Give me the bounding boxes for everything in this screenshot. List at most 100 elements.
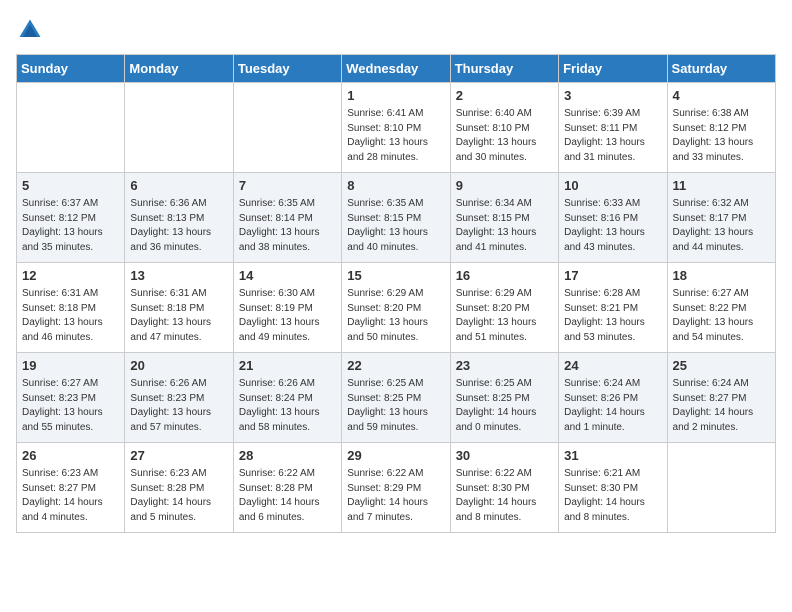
- calendar-cell: 25 Sunrise: 6:24 AM Sunset: 8:27 PM Dayli…: [667, 353, 775, 443]
- calendar-cell: 24 Sunrise: 6:24 AM Sunset: 8:26 PM Dayli…: [559, 353, 667, 443]
- day-number: 21: [239, 357, 336, 375]
- day-info: Sunrise: 6:22 AM Sunset: 8:30 PM Dayligh…: [456, 467, 553, 525]
- week-row-0: 1 Sunrise: 6:41 AM Sunset: 8:10 PM Daylig…: [17, 83, 776, 173]
- calendar-cell: 8Sunrise: 6:35 AM Sunset: 8:15 PM Daylig…: [342, 173, 450, 263]
- day-info: Sunrise: 6:39 AM Sunset: 8:11 PM Dayligh…: [564, 107, 661, 165]
- day-header-monday: Monday: [125, 55, 233, 83]
- calendar-header-row: SundayMondayTuesdayWednesdayThursdayFrid…: [17, 55, 776, 83]
- calendar-cell: 11 Sunrise: 6:32 AM Sunset: 8:17 PM Dayli…: [667, 173, 775, 263]
- day-info: Sunrise: 6:28 AM Sunset: 8:21 PM Dayligh…: [564, 287, 661, 345]
- day-info: Sunrise: 6:29 AM Sunset: 8:20 PM Dayligh…: [347, 287, 444, 345]
- day-info: Sunrise: 6:26 AM Sunset: 8:24 PM Dayligh…: [239, 377, 336, 435]
- logo-icon: [16, 16, 44, 44]
- day-info: Sunrise: 6:33 AM Sunset: 8:16 PM Dayligh…: [564, 197, 661, 255]
- day-number: 10: [564, 177, 661, 195]
- day-info: Sunrise: 6:24 AM Sunset: 8:27 PM Dayligh…: [673, 377, 770, 435]
- day-header-tuesday: Tuesday: [233, 55, 341, 83]
- calendar-cell: [667, 443, 775, 533]
- calendar-cell: 22Sunrise: 6:25 AM Sunset: 8:25 PM Dayli…: [342, 353, 450, 443]
- calendar-cell: 18 Sunrise: 6:27 AM Sunset: 8:22 PM Dayli…: [667, 263, 775, 353]
- day-info: Sunrise: 6:31 AM Sunset: 8:18 PM Dayligh…: [22, 287, 119, 345]
- day-number: 4: [673, 87, 770, 105]
- calendar-cell: 3 Sunrise: 6:39 AM Sunset: 8:11 PM Daylig…: [559, 83, 667, 173]
- day-number: 5: [22, 177, 119, 195]
- day-number: 25: [673, 357, 770, 375]
- calendar-cell: 23Sunrise: 6:25 AM Sunset: 8:25 PM Dayli…: [450, 353, 558, 443]
- day-info: Sunrise: 6:29 AM Sunset: 8:20 PM Dayligh…: [456, 287, 553, 345]
- calendar-cell: 15 Sunrise: 6:29 AM Sunset: 8:20 PM Dayli…: [342, 263, 450, 353]
- calendar-cell: 6 Sunrise: 6:36 AM Sunset: 8:13 PM Daylig…: [125, 173, 233, 263]
- day-info: Sunrise: 6:35 AM Sunset: 8:15 PM Dayligh…: [347, 197, 444, 255]
- calendar-cell: 1 Sunrise: 6:41 AM Sunset: 8:10 PM Daylig…: [342, 83, 450, 173]
- week-row-1: 5 Sunrise: 6:37 AM Sunset: 8:12 PM Daylig…: [17, 173, 776, 263]
- day-info: Sunrise: 6:32 AM Sunset: 8:17 PM Dayligh…: [673, 197, 770, 255]
- calendar-cell: 16 Sunrise: 6:29 AM Sunset: 8:20 PM Dayli…: [450, 263, 558, 353]
- calendar-cell: 2 Sunrise: 6:40 AM Sunset: 8:10 PM Daylig…: [450, 83, 558, 173]
- week-row-2: 12 Sunrise: 6:31 AM Sunset: 8:18 PM Dayli…: [17, 263, 776, 353]
- day-number: 15: [347, 267, 444, 285]
- calendar-cell: 17 Sunrise: 6:28 AM Sunset: 8:21 PM Dayli…: [559, 263, 667, 353]
- calendar-cell: 13 Sunrise: 6:31 AM Sunset: 8:18 PM Dayli…: [125, 263, 233, 353]
- day-number: 2: [456, 87, 553, 105]
- day-number: 11: [673, 177, 770, 195]
- day-number: 30: [456, 447, 553, 465]
- day-number: 26: [22, 447, 119, 465]
- day-info: Sunrise: 6:34 AM Sunset: 8:15 PM Dayligh…: [456, 197, 553, 255]
- calendar-cell: 12 Sunrise: 6:31 AM Sunset: 8:18 PM Dayli…: [17, 263, 125, 353]
- calendar-cell: 21 Sunrise: 6:26 AM Sunset: 8:24 PM Dayli…: [233, 353, 341, 443]
- day-info: Sunrise: 6:41 AM Sunset: 8:10 PM Dayligh…: [347, 107, 444, 165]
- day-number: 13: [130, 267, 227, 285]
- day-info: Sunrise: 6:36 AM Sunset: 8:13 PM Dayligh…: [130, 197, 227, 255]
- day-info: Sunrise: 6:40 AM Sunset: 8:10 PM Dayligh…: [456, 107, 553, 165]
- day-number: 3: [564, 87, 661, 105]
- calendar-cell: 30 Sunrise: 6:22 AM Sunset: 8:30 PM Dayli…: [450, 443, 558, 533]
- calendar-cell: 14 Sunrise: 6:30 AM Sunset: 8:19 PM Dayli…: [233, 263, 341, 353]
- day-info: Sunrise: 6:35 AM Sunset: 8:14 PM Dayligh…: [239, 197, 336, 255]
- day-info: Sunrise: 6:25 AM Sunset: 8:25 PM Dayligh…: [347, 377, 444, 435]
- calendar-cell: 31Sunrise: 6:21 AM Sunset: 8:30 PM Dayli…: [559, 443, 667, 533]
- calendar: SundayMondayTuesdayWednesdayThursdayFrid…: [16, 54, 776, 533]
- day-number: 19: [22, 357, 119, 375]
- day-info: Sunrise: 6:38 AM Sunset: 8:12 PM Dayligh…: [673, 107, 770, 165]
- day-number: 31: [564, 447, 661, 465]
- calendar-cell: [17, 83, 125, 173]
- day-number: 16: [456, 267, 553, 285]
- calendar-cell: 26 Sunrise: 6:23 AM Sunset: 8:27 PM Dayli…: [17, 443, 125, 533]
- calendar-cell: 7Sunrise: 6:35 AM Sunset: 8:14 PM Daylig…: [233, 173, 341, 263]
- day-number: 17: [564, 267, 661, 285]
- day-number: 14: [239, 267, 336, 285]
- day-number: 20: [130, 357, 227, 375]
- day-info: Sunrise: 6:37 AM Sunset: 8:12 PM Dayligh…: [22, 197, 119, 255]
- week-row-4: 26 Sunrise: 6:23 AM Sunset: 8:27 PM Dayli…: [17, 443, 776, 533]
- day-info: Sunrise: 6:31 AM Sunset: 8:18 PM Dayligh…: [130, 287, 227, 345]
- calendar-cell: 10 Sunrise: 6:33 AM Sunset: 8:16 PM Dayli…: [559, 173, 667, 263]
- day-number: 24: [564, 357, 661, 375]
- header: [16, 16, 776, 44]
- day-number: 29: [347, 447, 444, 465]
- calendar-cell: [125, 83, 233, 173]
- calendar-cell: 27Sunrise: 6:23 AM Sunset: 8:28 PM Dayli…: [125, 443, 233, 533]
- calendar-cell: 4 Sunrise: 6:38 AM Sunset: 8:12 PM Daylig…: [667, 83, 775, 173]
- day-header-saturday: Saturday: [667, 55, 775, 83]
- day-header-thursday: Thursday: [450, 55, 558, 83]
- day-info: Sunrise: 6:27 AM Sunset: 8:23 PM Dayligh…: [22, 377, 119, 435]
- day-number: 12: [22, 267, 119, 285]
- day-header-sunday: Sunday: [17, 55, 125, 83]
- week-row-3: 19 Sunrise: 6:27 AM Sunset: 8:23 PM Dayli…: [17, 353, 776, 443]
- calendar-cell: 19 Sunrise: 6:27 AM Sunset: 8:23 PM Dayli…: [17, 353, 125, 443]
- day-info: Sunrise: 6:30 AM Sunset: 8:19 PM Dayligh…: [239, 287, 336, 345]
- day-info: Sunrise: 6:24 AM Sunset: 8:26 PM Dayligh…: [564, 377, 661, 435]
- day-number: 18: [673, 267, 770, 285]
- calendar-cell: 9 Sunrise: 6:34 AM Sunset: 8:15 PM Daylig…: [450, 173, 558, 263]
- day-header-wednesday: Wednesday: [342, 55, 450, 83]
- day-number: 6: [130, 177, 227, 195]
- day-number: 23: [456, 357, 553, 375]
- day-number: 1: [347, 87, 444, 105]
- day-info: Sunrise: 6:27 AM Sunset: 8:22 PM Dayligh…: [673, 287, 770, 345]
- day-number: 28: [239, 447, 336, 465]
- calendar-cell: [233, 83, 341, 173]
- day-info: Sunrise: 6:23 AM Sunset: 8:27 PM Dayligh…: [22, 467, 119, 525]
- day-info: Sunrise: 6:23 AM Sunset: 8:28 PM Dayligh…: [130, 467, 227, 525]
- day-number: 9: [456, 177, 553, 195]
- calendar-cell: 5 Sunrise: 6:37 AM Sunset: 8:12 PM Daylig…: [17, 173, 125, 263]
